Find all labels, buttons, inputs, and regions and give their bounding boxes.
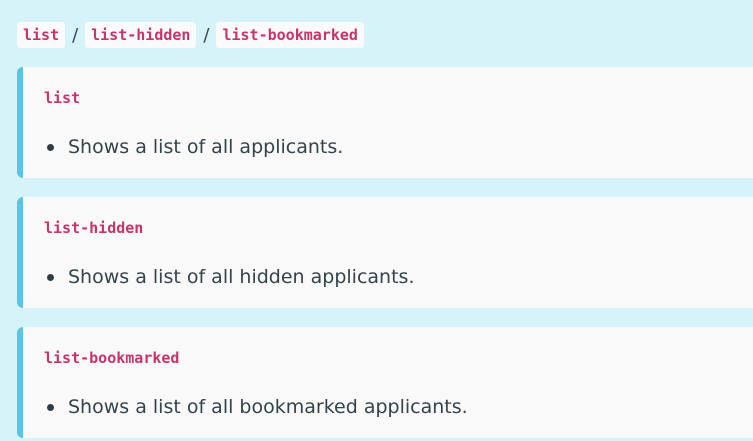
breadcrumb-separator: / <box>203 24 210 46</box>
list-item: Shows a list of all bookmarked applicant… <box>47 396 468 418</box>
bullet-icon <box>47 403 54 411</box>
list-item: Shows a list of all hidden applicants. <box>47 266 414 288</box>
breadcrumb: list / list-hidden / list-bookmarked <box>17 22 364 48</box>
bullet-icon <box>47 273 54 281</box>
breadcrumb-item-list: list <box>17 22 66 48</box>
list-item: Shows a list of all applicants. <box>47 136 343 158</box>
command-card-list-hidden: list-hidden Shows a list of all hidden a… <box>17 197 753 308</box>
command-title: list <box>44 89 81 107</box>
command-card-list: list Shows a list of all applicants. <box>17 67 753 178</box>
breadcrumb-item-list-hidden: list-hidden <box>85 22 197 48</box>
command-description: Shows a list of all hidden applicants. <box>68 266 415 288</box>
bullet-icon <box>47 143 54 151</box>
command-title: list-bookmarked <box>44 349 180 367</box>
command-title: list-hidden <box>44 219 144 237</box>
breadcrumb-separator: / <box>72 24 79 46</box>
command-description: Shows a list of all bookmarked applicant… <box>68 396 468 418</box>
command-card-list-bookmarked: list-bookmarked Shows a list of all book… <box>17 327 753 438</box>
breadcrumb-item-list-bookmarked: list-bookmarked <box>216 22 364 48</box>
command-description: Shows a list of all applicants. <box>68 136 344 158</box>
